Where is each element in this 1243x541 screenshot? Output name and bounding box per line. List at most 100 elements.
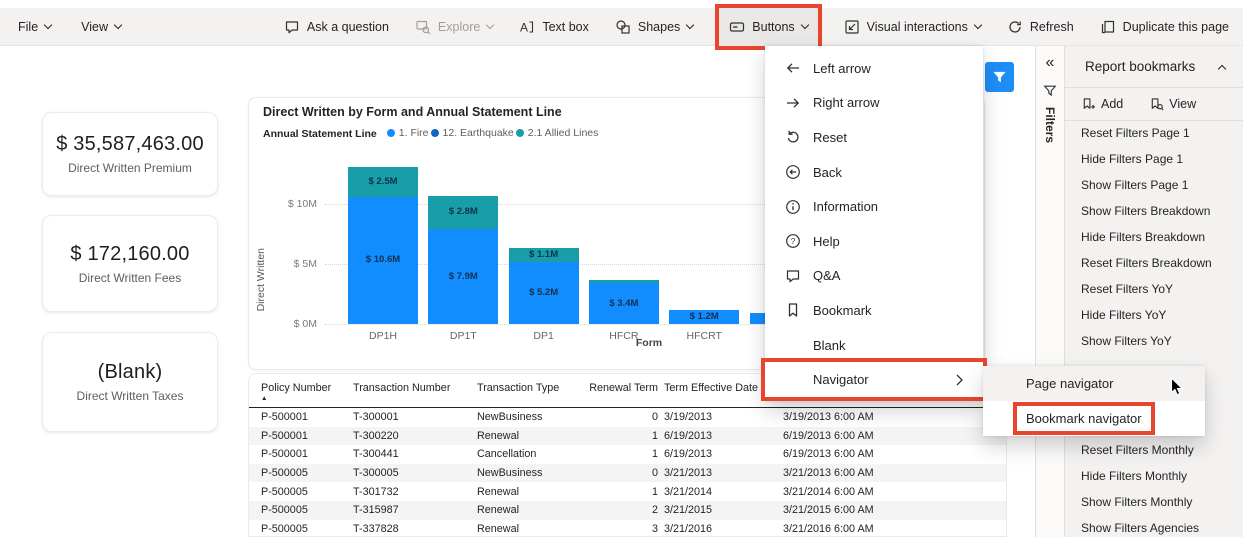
table-cell: Renewal (477, 429, 520, 442)
table-cell: 1 (651, 485, 658, 498)
table-cell: P-500005 (261, 467, 308, 480)
shapes-button[interactable]: Shapes (615, 8, 695, 46)
table-cell: NewBusiness (477, 467, 543, 480)
table-cell: 0 (651, 467, 658, 480)
bookmark-item-show-filters-yoy[interactable]: Show Filters YoY (1065, 328, 1243, 354)
view-bookmarks-button[interactable]: View (1149, 97, 1196, 112)
ask-a-question-label: Ask a question (306, 19, 389, 34)
kpi-label: Direct Written Taxes (76, 389, 184, 403)
add-bookmark-button[interactable]: Add (1081, 97, 1123, 112)
data-label: $ 7.9M (448, 270, 478, 282)
y-axis-tick-label: $ 0M (293, 318, 317, 330)
y-axis-tick-label: $ 5M (293, 258, 317, 270)
ask-a-question-button[interactable]: Ask a question (284, 8, 389, 46)
submenu-item-bookmark-navigator[interactable]: Bookmark navigator (983, 401, 1205, 436)
filters-rail-label: Filters (1043, 107, 1057, 144)
menu-item-blank[interactable]: Blank (765, 328, 983, 363)
table-row[interactable]: P-500001 T-300001 NewBusiness 0 3/19/2013 3/1… (249, 408, 1006, 427)
table-cell: 1 (651, 429, 658, 442)
legend-item-1-fire[interactable]: 1. Fire (386, 127, 429, 139)
column-header-renewal-term[interactable]: Renewal Term (581, 382, 664, 407)
kpi-card-direct-written-taxes[interactable]: (Blank) Direct Written Taxes (42, 332, 218, 432)
table-row[interactable]: P-500005 T-315987 Renewal 2 3/21/2015 3/21/20… (249, 500, 1006, 520)
expand-pane-icon[interactable]: « (1046, 55, 1055, 71)
table-cell: T-301732 (353, 485, 399, 498)
table-cell: 3/21/2016 6:00 AM (783, 522, 874, 535)
bookmark-item-show-filters-agencies[interactable]: Show Filters Agencies (1065, 515, 1243, 541)
menu-item-information[interactable]: Information (765, 189, 983, 224)
x-axis-tick-label: DP1H (368, 330, 397, 342)
bookmark-item-reset-filters-breakdown[interactable]: Reset Filters Breakdown (1065, 250, 1243, 276)
table-cell: 6/19/2013 (664, 448, 713, 461)
bookmark-item-show-filters-breakdown[interactable]: Show Filters Breakdown (1065, 198, 1243, 224)
menu-item-help[interactable]: ? Help (765, 224, 983, 259)
menu-item-q-a[interactable]: Q&A (765, 259, 983, 294)
visual-interactions-icon (845, 19, 859, 34)
kpi-card-direct-written-premium[interactable]: $ 35,587,463.00 Direct Written Premium (42, 112, 218, 196)
bookmark-item-hide-filters-yoy[interactable]: Hide Filters YoY (1065, 302, 1243, 328)
bookmark-item-hide-filters-page-1[interactable]: Hide Filters Page 1 (1065, 146, 1243, 172)
table-cell: P-500005 (261, 522, 308, 535)
speech-bubble-icon (285, 20, 299, 33)
column-header-policy-number[interactable]: Policy Number ▲ (261, 382, 353, 407)
table-cell: 3/21/2015 6:00 AM (783, 504, 874, 517)
table-cell: 3/21/2016 (664, 522, 713, 535)
bar-segment-allied-lines[interactable] (588, 279, 659, 284)
menu-item-bookmark[interactable]: Bookmark (765, 293, 983, 328)
view-menu[interactable]: View (81, 8, 123, 46)
menu-item-back[interactable]: Back (765, 155, 983, 190)
menu-item-label: Right arrow (813, 95, 880, 111)
table-row[interactable]: P-500005 T-300005 NewBusiness 0 3/21/2013 3/2… (249, 463, 1006, 483)
sort-ascending-icon: ▲ (261, 395, 268, 402)
menu-item-label: Information (813, 199, 879, 215)
kpi-card-direct-written-fees[interactable]: $ 172,160.00 Direct Written Fees (42, 215, 218, 312)
kpi-value: (Blank) (97, 361, 163, 383)
explore-button[interactable]: Explore (415, 8, 495, 46)
visual-interactions-label: Visual interactions (866, 19, 968, 34)
column-header-transaction-type[interactable]: Transaction Type (477, 382, 581, 407)
menu-item-left-arrow[interactable]: Left arrow (765, 51, 983, 86)
table-cell: 3/19/2013 6:00 AM (783, 411, 874, 424)
menu-item-label: Reset (813, 129, 847, 145)
duplicate-page-button[interactable]: Duplicate this page (1100, 8, 1229, 46)
reset-icon (785, 129, 801, 145)
bookmark-item-show-filters-page-1[interactable]: Show Filters Page 1 (1065, 172, 1243, 198)
filter-pill-button[interactable] (985, 62, 1014, 92)
refresh-button[interactable]: Refresh (1007, 8, 1074, 46)
menu-item-right-arrow[interactable]: Right arrow (765, 86, 983, 121)
back-icon (785, 164, 801, 180)
data-label: $ 1.2M (689, 310, 719, 322)
bookmark-item-show-filters-monthly[interactable]: Show Filters Monthly (1065, 489, 1243, 515)
menu-item-label: Back (813, 164, 842, 180)
chart-legend: Annual Statement Line 1. Fire 12. Earthqu… (263, 127, 600, 140)
bookmark-item-reset-filters-monthly[interactable]: Reset Filters Monthly (1065, 437, 1243, 463)
bookmark-item-hide-filters-breakdown[interactable]: Hide Filters Breakdown (1065, 224, 1243, 250)
data-label: $ 3.4M (609, 297, 639, 309)
data-label: $ 2.8M (448, 206, 478, 218)
buttons-button[interactable]: Buttons (715, 3, 822, 50)
menu-item-label: Q&A (813, 268, 841, 284)
collapse-chevron-icon[interactable] (1217, 64, 1227, 73)
text-box-button[interactable]: A Text box (519, 8, 589, 46)
y-axis-title: Direct Written (255, 248, 267, 312)
chevron-down-icon (973, 20, 983, 30)
table-row[interactable]: P-500005 T-337828 Renewal 3 3/21/2016 3/21/20… (249, 520, 1006, 536)
table-cell: 6/19/2013 6:00 AM (783, 448, 874, 461)
legend-item-2-1-allied-lines[interactable]: 2.1 Allied Lines (515, 127, 598, 139)
column-header-transaction-number[interactable]: Transaction Number (353, 382, 477, 407)
chevron-down-icon (686, 20, 695, 30)
file-menu[interactable]: File (18, 8, 53, 46)
table-cell: 3/21/2013 (664, 467, 713, 480)
report-bookmarks-panel: Report bookmarks Add View Reset Filters … (1064, 46, 1243, 537)
legend-item-12-earthquake[interactable]: 12. Earthquake (430, 127, 514, 139)
bookmark-item-hide-filters-monthly[interactable]: Hide Filters Monthly (1065, 463, 1243, 489)
menu-item-reset[interactable]: Reset (765, 120, 983, 155)
table-row[interactable]: P-500005 T-301732 Renewal 1 3/21/2014 3/21/20… (249, 482, 1006, 501)
table-row[interactable]: P-500001 T-300441 Cancellation 1 6/19/2013 6/… (249, 445, 1006, 464)
table-row[interactable]: P-500001 T-300220 Renewal 1 6/19/2013 6/19/20… (249, 426, 1006, 446)
bookmark-item-reset-filters-yoy[interactable]: Reset Filters YoY (1065, 276, 1243, 302)
visual-interactions-button[interactable]: Visual interactions (844, 8, 983, 46)
bookmark-add-icon (1083, 97, 1096, 109)
bookmark-item-reset-filters-page-1[interactable]: Reset Filters Page 1 (1065, 120, 1243, 146)
menu-item-navigator[interactable]: Navigator (761, 358, 987, 401)
